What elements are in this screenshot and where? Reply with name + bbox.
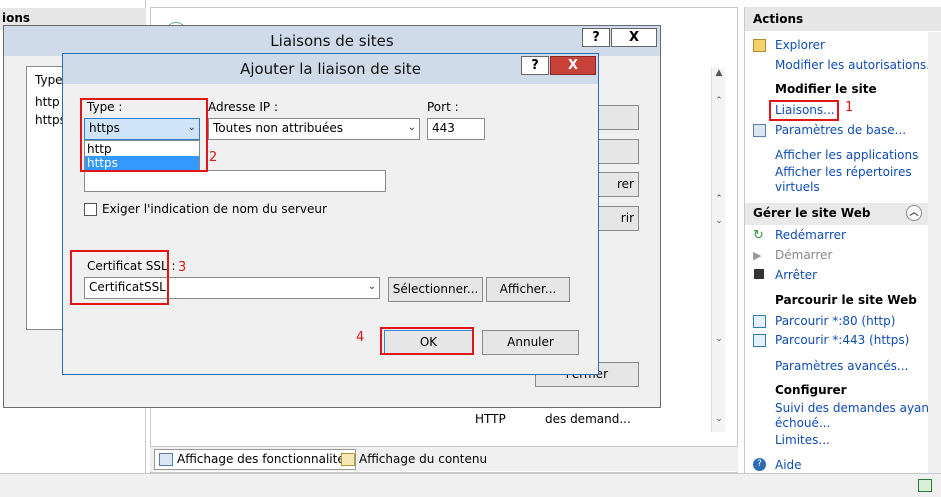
browse-site-heading: Parcourir le site Web: [775, 293, 917, 307]
column-header-type: Type: [35, 73, 63, 87]
site-bindings-title: Liaisons de sites: [270, 32, 394, 50]
close-button[interactable]: X: [550, 56, 596, 75]
browse-443-link[interactable]: Parcourir *:443 (https): [775, 333, 909, 347]
tab-label: Affichage du contenu: [359, 452, 488, 466]
add-binding-title: Ajouter la liaison de site: [240, 60, 421, 78]
view-virtual-dirs-link-line2[interactable]: virtuels: [775, 180, 820, 194]
explore-link[interactable]: Explorer: [775, 38, 825, 52]
browse-80-link[interactable]: Parcourir *:80 (http): [775, 314, 895, 328]
stop-icon: [754, 269, 764, 279]
tab-content-view[interactable]: Affichage du contenu: [336, 449, 492, 470]
list-item[interactable]: http: [35, 95, 60, 109]
annotation-box: [380, 327, 474, 355]
status-bar: [0, 473, 941, 497]
tab-label: Affichage des fonctionnalités: [177, 452, 351, 466]
failed-request-tracing-link-line2[interactable]: échoué...: [775, 416, 830, 430]
network-icon: [918, 479, 932, 492]
stop-link[interactable]: Arrêter: [775, 268, 817, 282]
close-button[interactable]: X: [611, 28, 657, 47]
advanced-settings-link[interactable]: Paramètres avancés...: [775, 359, 908, 373]
basic-settings-link[interactable]: Paramètres de base...: [775, 123, 906, 137]
configure-heading: Configurer: [775, 383, 847, 397]
annotation-number: 3: [178, 260, 187, 275]
settings-icon: [753, 124, 766, 137]
actions-pane: Actions Explorer Modifier les autorisati…: [744, 7, 941, 473]
sni-label: Exiger l'indication de nom du serveur: [102, 202, 327, 216]
scroll-down-icon[interactable]: ⌄: [712, 334, 726, 348]
site-bindings-titlebar: Liaisons de sites: [4, 26, 660, 56]
annotation-number: 4: [356, 330, 365, 345]
scroll-down-icon[interactable]: ⌄: [712, 414, 726, 428]
ip-address-select[interactable]: Toutes non attribuées ⌄: [208, 118, 420, 140]
port-label: Port :: [427, 100, 459, 114]
annotation-box: [70, 250, 169, 305]
folder-icon: [753, 39, 766, 52]
scroll-down-icon[interactable]: ⌄: [712, 216, 726, 230]
annotation-box: [80, 98, 208, 172]
start-link: Démarrer: [775, 248, 833, 262]
chevron-down-icon: ⌄: [407, 122, 416, 133]
features-view-icon: [159, 453, 173, 466]
port-input[interactable]: 443: [427, 118, 485, 140]
add-binding-titlebar: Ajouter la liaison de site: [63, 54, 598, 84]
hostname-input[interactable]: [84, 170, 386, 192]
view-applications-link[interactable]: Afficher les applications: [775, 148, 918, 162]
edit-site-heading: Modifier le site: [775, 82, 877, 96]
view-tabs: Affichage des fonctionnalités Affichage …: [150, 446, 738, 471]
view-virtual-dirs-link[interactable]: Afficher les répertoires: [775, 165, 912, 179]
help-button[interactable]: ?: [582, 28, 610, 47]
start-icon: ▶: [753, 249, 762, 262]
edit-permissions-link[interactable]: Modifier les autorisations...: [775, 58, 938, 72]
manage-site-title: Gérer le site Web: [753, 206, 871, 220]
limits-link[interactable]: Limites...: [775, 433, 830, 447]
table-cell: des demand...: [545, 412, 631, 426]
view-certificate-button[interactable]: Afficher...: [486, 277, 570, 302]
browse-icon: [753, 315, 766, 328]
restart-link[interactable]: Redémarrer: [775, 228, 846, 242]
table-cell: HTTP: [475, 412, 506, 426]
scroll-up-icon[interactable]: ⌃: [712, 194, 726, 208]
sni-checkbox[interactable]: [84, 203, 97, 216]
ip-label: Adresse IP :: [208, 100, 279, 114]
help-icon: ?: [753, 458, 766, 471]
content-view-icon: [341, 453, 355, 466]
collapse-icon[interactable]: ︿: [906, 205, 922, 221]
browse-icon: [753, 334, 766, 347]
tab-features-view[interactable]: Affichage des fonctionnalités: [154, 449, 356, 470]
cancel-button[interactable]: Annuler: [482, 330, 579, 355]
ip-select-value: Toutes non attribuées: [213, 121, 344, 135]
annotation-number: 1: [845, 100, 854, 115]
failed-request-tracing-link[interactable]: Suivi des demandes ayant: [775, 401, 934, 415]
scroll-up-icon[interactable]: ⌃: [712, 96, 726, 110]
restart-icon: ↻: [753, 228, 764, 243]
chevron-down-icon: ⌄: [367, 281, 376, 292]
actions-title: Actions: [745, 7, 941, 31]
center-scrollbar[interactable]: ▲ ⌃ ⌃ ⌄ ⌄ ⌄: [711, 68, 725, 432]
scroll-up-icon[interactable]: ▲: [712, 68, 726, 82]
bindings-list[interactable]: Type http https: [26, 66, 66, 330]
annotation-box: [769, 100, 839, 121]
actions-scrollbar[interactable]: [928, 32, 941, 473]
help-button[interactable]: ?: [521, 56, 549, 75]
select-certificate-button[interactable]: Sélectionner...: [388, 277, 483, 302]
annotation-number: 2: [209, 150, 218, 165]
manage-site-header[interactable]: Gérer le site Web ︿: [745, 203, 928, 225]
help-link[interactable]: Aide: [775, 458, 802, 472]
